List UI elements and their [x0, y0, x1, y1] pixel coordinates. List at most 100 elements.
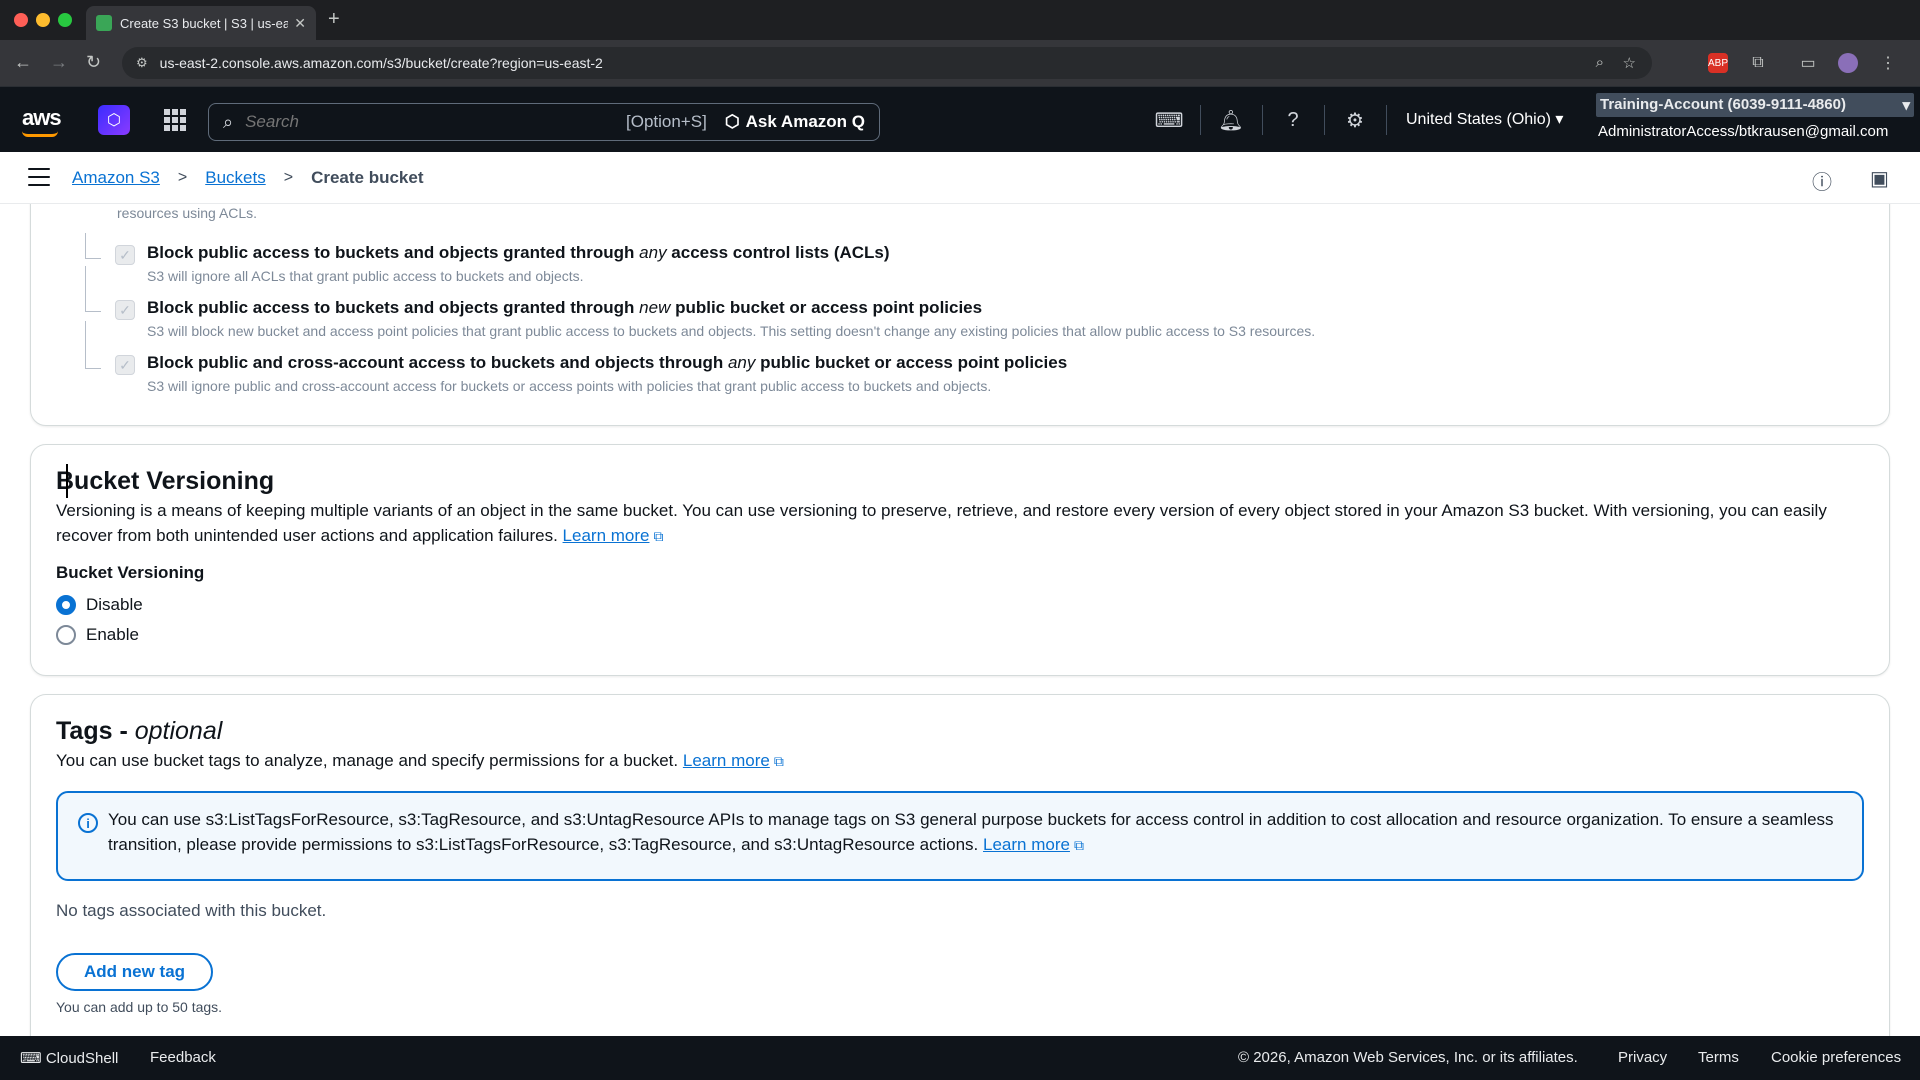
cookie-preferences-link[interactable]: Cookie preferences [1771, 1049, 1901, 1066]
breadcrumb-current: Create bucket [311, 168, 424, 187]
address-bar[interactable]: ⚙ us-east-2.console.aws.amazon.com/s3/bu… [122, 47, 1652, 79]
acl-option-title: Block public access to buckets and objec… [147, 243, 890, 262]
chevron-down-icon: ▾ [1902, 97, 1910, 114]
chevron-down-icon: ▾ [1555, 111, 1564, 128]
breadcrumb: Amazon S3 > Buckets > Create bucket [72, 168, 424, 188]
forward-arrow-icon[interactable]: → [50, 52, 68, 73]
aws-console-header: aws ⬡ ⌕ [Option+S] ⬡ Ask Amazon Q ⌨ 🔔︎ ?… [0, 86, 1920, 152]
terms-link[interactable]: Terms [1698, 1049, 1739, 1066]
amazon-q-logo-icon[interactable]: ⬡ [98, 105, 130, 135]
learn-more-link[interactable]: Learn more [683, 751, 770, 770]
tab-title: Create S3 bucket | S3 | us-ea [120, 15, 289, 31]
acl-option-desc: S3 will block new bucket and access poin… [147, 323, 1316, 339]
privacy-link[interactable]: Privacy [1618, 1049, 1667, 1066]
window-close-button[interactable] [14, 13, 28, 27]
account-name: Training-Account (6039-9111-4860) [1600, 96, 1846, 113]
tree-connector [85, 321, 101, 369]
notifications-bell-icon[interactable]: 🔔︎ [1218, 107, 1244, 133]
header-divider [1262, 105, 1263, 135]
info-alert: i You can use s3:ListTagsForResource, s3… [56, 791, 1864, 881]
region-selector[interactable]: United States (Ohio) ▾ [1406, 109, 1563, 129]
bookmark-star-icon[interactable]: ☆ [1623, 54, 1636, 72]
tags-card: Tags - optional You can use bucket tags … [30, 694, 1890, 1036]
acl-option-desc: S3 will ignore all ACLs that grant publi… [147, 268, 584, 284]
reload-icon[interactable]: ↻ [86, 52, 101, 73]
breadcrumb-buckets[interactable]: Buckets [205, 168, 265, 188]
tree-connector [85, 266, 101, 312]
section-heading: Bucket Versioning [56, 467, 275, 495]
external-link-icon: ⧉ [773, 753, 784, 769]
region-label: United States (Ohio) [1406, 111, 1551, 128]
new-tab-icon[interactable]: + [328, 8, 340, 31]
search-shortcut-hint: [Option+S] [626, 112, 707, 131]
text-cursor [66, 464, 68, 498]
radio-unselected-icon[interactable] [56, 625, 76, 645]
external-link-icon: ⧉ [653, 528, 664, 544]
search-icon: ⌕ [223, 111, 234, 132]
extensions-puzzle-icon[interactable]: ⧉ [1748, 53, 1768, 73]
header-divider [1324, 105, 1325, 135]
ask-amazon-q-button[interactable]: ⬡ Ask Amazon Q [725, 112, 865, 132]
main-content: resources using ACLs. ✓ Block public acc… [0, 204, 1920, 1036]
breadcrumb-bar: Amazon S3 > Buckets > Create bucket ⓘ ▣ [0, 152, 1920, 204]
checkbox-disabled[interactable]: ✓ [115, 300, 135, 320]
console-search-box[interactable]: ⌕ [Option+S] ⬡ Ask Amazon Q [208, 103, 880, 141]
copyright-text: © 2026, Amazon Web Services, Inc. or its… [1238, 1049, 1578, 1066]
window-minimize-button[interactable] [36, 13, 50, 27]
settings-gear-icon[interactable]: ⚙ [1342, 107, 1368, 133]
window-zoom-button[interactable] [58, 13, 72, 27]
browser-right-icons: ▭ ⋮ [1798, 53, 1898, 73]
radio-enable[interactable]: Enable [56, 625, 139, 645]
add-new-tag-button[interactable]: Add new tag [56, 953, 214, 991]
section-heading: Tags - optional [56, 717, 223, 745]
browser-toolbar: ← → ↻ ⚙ us-east-2.console.aws.amazon.com… [0, 40, 1920, 86]
account-menu[interactable]: Training-Account (6039-9111-4860) ▾ [1596, 93, 1914, 117]
radio-label: Enable [86, 625, 139, 644]
checkbox-disabled[interactable]: ✓ [115, 355, 135, 375]
services-grid-icon[interactable] [164, 109, 186, 131]
acl-option-title: Block public and cross-account access to… [147, 353, 1068, 372]
acl-option-desc: S3 will ignore public and cross-account … [147, 378, 992, 394]
radio-disable[interactable]: Disable [56, 595, 143, 615]
ask-amazon-q-label: Ask Amazon Q [745, 112, 865, 131]
help-icon[interactable]: ? [1280, 107, 1306, 133]
extension-icons: ABP ⧉ [1708, 53, 1768, 73]
info-icon: i [78, 813, 98, 833]
radio-label: Disable [86, 595, 143, 614]
console-footer: ⌨ CloudShell Feedback © 2026, Amazon Web… [0, 1036, 1920, 1080]
bucket-versioning-card: Bucket Versioning Versioning is a means … [30, 444, 1890, 676]
browser-menu-icon[interactable]: ⋮ [1878, 53, 1898, 73]
side-panel-icon[interactable]: ▣ [1870, 166, 1889, 191]
account-user[interactable]: AdministratorAccess/btkrausen@gmail.com [1598, 123, 1888, 140]
tab-close-icon[interactable]: ✕ [294, 15, 306, 32]
site-info-icon[interactable]: ⚙ [136, 55, 148, 71]
adblock-icon[interactable]: ABP [1708, 53, 1728, 73]
info-circle-icon[interactable]: ⓘ [1812, 166, 1832, 195]
chevron-right-icon: > [283, 169, 294, 186]
learn-more-link[interactable]: Learn more [563, 526, 650, 545]
cloudshell-label: CloudShell [45, 1050, 119, 1067]
header-divider [1200, 105, 1201, 135]
tab-search-icon[interactable]: ▭ [1798, 53, 1818, 73]
url-text[interactable]: us-east-2.console.aws.amazon.com/s3/buck… [160, 55, 603, 71]
search-input[interactable] [245, 112, 626, 132]
browser-tab[interactable]: Create S3 bucket | S3 | us-ea ✕ [86, 6, 316, 40]
versioning-description: Versioning is a means of keeping multipl… [56, 501, 1827, 545]
cloudshell-icon[interactable]: ⌨ [1155, 107, 1184, 133]
acl-cut-text: resources using ACLs. [117, 205, 258, 221]
tags-description: You can use bucket tags to analyze, mana… [56, 751, 784, 770]
zoom-icon[interactable]: ⌕ [1596, 54, 1604, 71]
amazon-q-icon: ⬡ [724, 112, 740, 131]
radio-selected-icon[interactable] [56, 595, 76, 615]
back-arrow-icon[interactable]: ← [14, 52, 32, 73]
feedback-link[interactable]: Feedback [150, 1049, 216, 1066]
learn-more-link[interactable]: Learn more [983, 835, 1070, 854]
aws-logo[interactable]: aws [22, 105, 62, 131]
profile-avatar-icon[interactable] [1838, 53, 1858, 73]
menu-hamburger-icon[interactable] [28, 168, 50, 186]
checkbox-disabled[interactable]: ✓ [115, 245, 135, 265]
cloudshell-footer-button[interactable]: ⌨ CloudShell [20, 1049, 118, 1067]
tree-connector [85, 233, 101, 259]
breadcrumb-amazon-s3[interactable]: Amazon S3 [72, 168, 160, 188]
empty-tags-text: No tags associated with this bucket. [56, 901, 327, 920]
